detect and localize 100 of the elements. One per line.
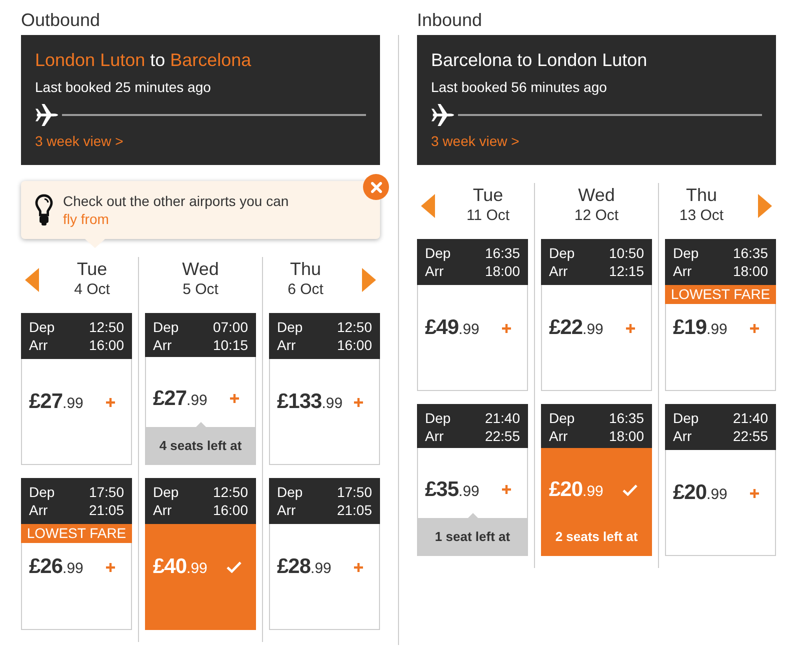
close-button[interactable]	[363, 174, 389, 200]
departure-label: Dep	[153, 318, 179, 336]
arrival-time: 21:05	[336, 501, 372, 519]
departure-label: Dep	[153, 483, 179, 501]
last-booked-text: Last booked 25 minutes ago	[35, 78, 211, 96]
price-text: £20.99	[549, 478, 604, 502]
seats-left-note: 4 seats left at	[145, 422, 256, 465]
section-heading: Inbound	[417, 9, 484, 32]
day-name: Thu	[686, 184, 718, 206]
arrival-time: 22:55	[484, 427, 520, 445]
plus-icon	[230, 394, 239, 404]
flight-card[interactable]: Dep 16:35 Arr 18:00 £20.99 2 seats left at	[541, 404, 652, 556]
departure-label: Dep	[425, 244, 451, 262]
arrival-time: 16:00	[212, 501, 248, 519]
flight-card[interactable]: Dep 12:50 Arr 16:00 £133.99	[269, 313, 380, 465]
arrival-label: Arr	[277, 501, 296, 519]
departure-time: 17:50	[336, 483, 372, 501]
arrival-time: 18:00	[732, 262, 768, 280]
arrival-time: 22:55	[732, 427, 768, 445]
day-date: 12 Oct	[574, 206, 619, 226]
plane-icon	[431, 103, 454, 127]
departure-time: 16:35	[608, 409, 644, 427]
arrival-time: 18:00	[484, 262, 520, 280]
arrival-label: Arr	[673, 262, 692, 280]
departure-label: Dep	[29, 483, 55, 501]
price-text: £28.99	[277, 555, 332, 579]
arrival-label: Arr	[549, 262, 568, 280]
departure-label: Dep	[549, 244, 575, 262]
close-icon	[370, 182, 382, 192]
price-text: £35.99	[425, 478, 480, 502]
plus-icon	[502, 324, 511, 332]
arrival-time: 21:05	[88, 501, 124, 519]
left-arrow-icon[interactable]	[421, 194, 435, 218]
departure-time: 12:50	[336, 318, 372, 336]
flight-card[interactable]: Dep 10:50 Arr 12:15 £22.99	[541, 239, 652, 391]
plus-icon	[750, 488, 759, 498]
arrival-label: Arr	[549, 427, 568, 445]
right-arrow-icon[interactable]	[758, 194, 772, 218]
section-heading: Outbound	[21, 9, 102, 32]
plane-icon	[35, 103, 58, 127]
departure-time: 21:40	[732, 409, 768, 427]
price-text: £19.99	[673, 316, 728, 340]
arrival-time: 16:00	[336, 336, 372, 354]
price-text: £26.99	[29, 555, 84, 579]
arrival-label: Arr	[673, 427, 692, 445]
departure-time: 07:00	[212, 318, 248, 336]
departure-label: Dep	[277, 483, 303, 501]
day-name: Wed	[578, 184, 615, 206]
flight-card[interactable]: Dep 21:40 Arr 22:55 £20.99	[665, 404, 776, 556]
departure-time: 16:35	[484, 244, 520, 262]
plus-icon	[626, 324, 635, 332]
plus-icon	[750, 324, 759, 332]
departure-time: 10:50	[608, 244, 644, 262]
departure-label: Dep	[673, 244, 699, 262]
week-view-link[interactable]: 3 week view >	[431, 132, 520, 150]
day-date: 11 Oct	[466, 206, 510, 226]
day-date: 5 Oct	[182, 280, 218, 300]
price-text: £133.99	[277, 390, 343, 414]
day-date: 13 Oct	[679, 206, 724, 226]
departure-time: 17:50	[88, 483, 124, 501]
plus-icon	[106, 562, 115, 572]
departure-time: 21:40	[484, 409, 520, 427]
lowest-fare-badge: LOWEST FARE	[21, 524, 132, 543]
day-date: 4 Oct	[74, 280, 110, 300]
flight-card[interactable]: Dep 07:00 Arr 10:15 £27.99 4 seats left at	[145, 313, 256, 465]
flight-card[interactable]: Dep 17:50 Arr 21:05 £28.99	[269, 478, 380, 630]
arrival-time: 12:15	[608, 262, 644, 280]
plus-icon	[354, 562, 363, 572]
flight-card[interactable]: Dep 21:40 Arr 22:55 £35.99 1 seat left at	[417, 404, 528, 556]
arrival-label: Arr	[425, 427, 444, 445]
plus-icon	[502, 485, 511, 494]
price-text: £27.99	[29, 390, 84, 414]
flight-card[interactable]: Dep 16:35 Arr 18:00 LOWEST FARE £19.99	[665, 239, 776, 391]
arrival-time: 18:00	[608, 427, 644, 445]
week-view-link[interactable]: 3 week view >	[35, 132, 124, 150]
flight-card[interactable]: Dep 12:50 Arr 16:00 £40.99	[145, 478, 256, 630]
arrival-label: Arr	[153, 501, 172, 519]
departure-label: Dep	[549, 409, 575, 427]
flight-card[interactable]: Dep 17:50 Arr 21:05 LOWEST FARE £26.99	[21, 478, 132, 630]
arrival-label: Arr	[29, 501, 48, 519]
price-text: £20.99	[673, 481, 728, 505]
right-arrow-icon[interactable]	[362, 268, 376, 292]
arrival-label: Arr	[29, 336, 48, 354]
check-icon	[226, 561, 242, 573]
departure-time: 16:35	[732, 244, 768, 262]
departure-time: 12:50	[88, 318, 124, 336]
flight-card[interactable]: Dep 12:50 Arr 16:00 £27.99	[21, 313, 132, 465]
price-text: £49.99	[425, 316, 480, 340]
route-title: London Luton to Barcelona	[35, 49, 252, 71]
lightbulb-icon	[35, 194, 53, 226]
arrival-label: Arr	[277, 336, 296, 354]
day-name: Tue	[472, 184, 504, 206]
day-name: Tue	[76, 258, 108, 280]
arrival-time: 16:00	[88, 336, 124, 354]
departure-label: Dep	[673, 409, 699, 427]
left-arrow-icon[interactable]	[25, 268, 39, 292]
price-text: £27.99	[153, 386, 208, 411]
day-name: Wed	[182, 258, 219, 280]
price-text: £22.99	[549, 316, 604, 340]
flight-card[interactable]: Dep 16:35 Arr 18:00 £49.99	[417, 239, 528, 391]
